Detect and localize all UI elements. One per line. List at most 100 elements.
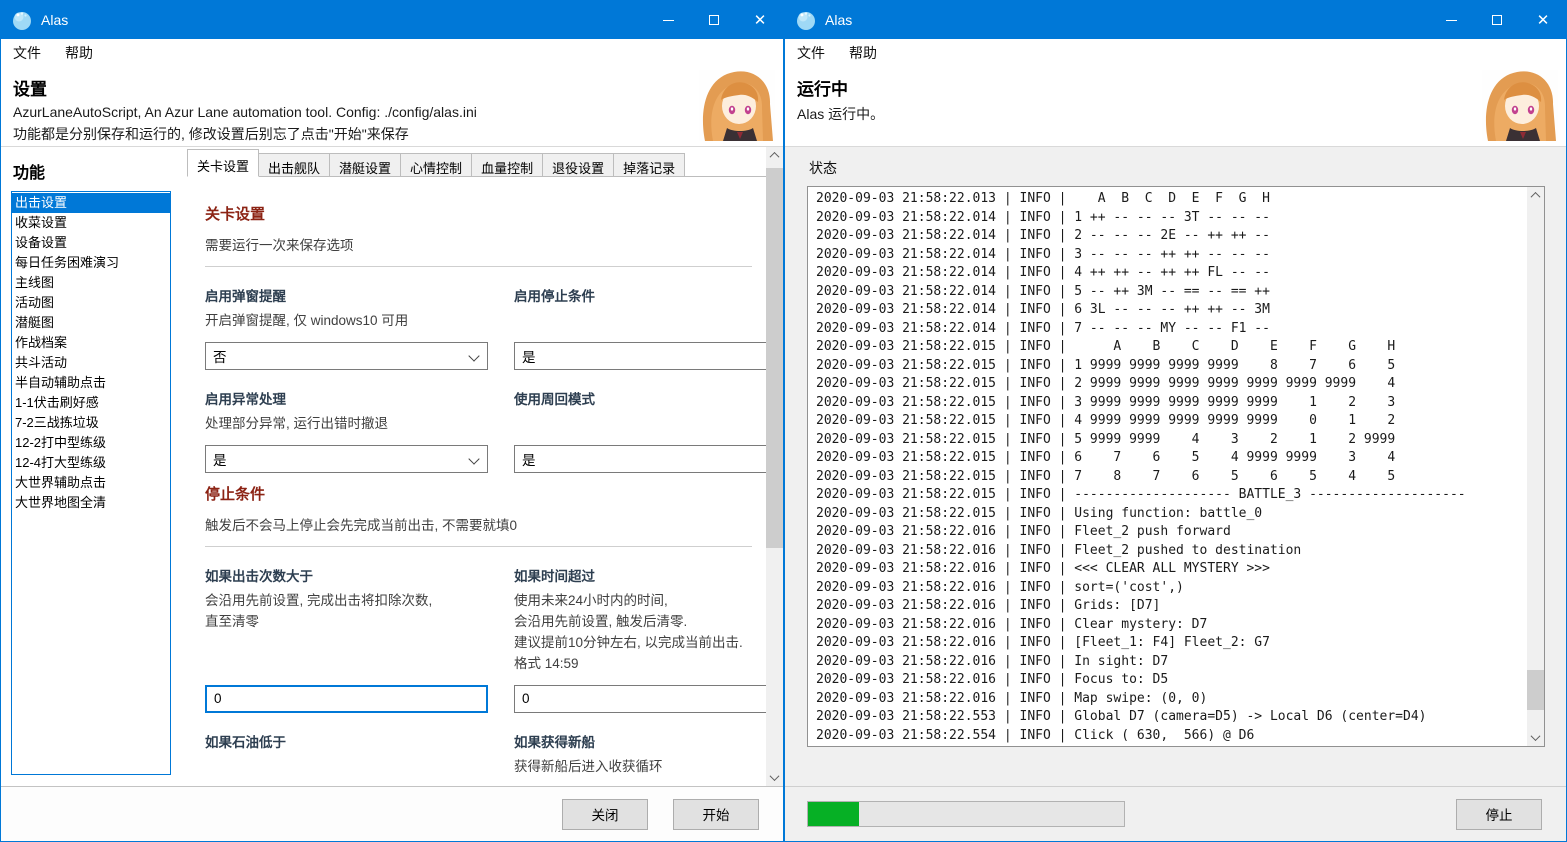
start-button[interactable]: 开始 (673, 799, 759, 830)
sidebar-item[interactable]: 1-1伏击刷好感 (12, 393, 170, 413)
runner-footer: 停止 (785, 786, 1566, 841)
tab-心情控制[interactable]: 心情控制 (401, 153, 472, 177)
sidebar-item[interactable]: 大世界地图全清 (12, 493, 170, 513)
menu-item-文件[interactable]: 文件 (13, 43, 41, 63)
field-label: 启用停止条件 (514, 285, 766, 305)
settings-footer: 关闭 开始 (1, 786, 783, 841)
close-window-button[interactable]: 关闭 (562, 799, 648, 830)
avatar (699, 70, 775, 141)
field-description: 会沿用先前设置, 完成出击将扣除次数, 直至清零 (205, 591, 488, 633)
minimize-icon (1446, 20, 1457, 21)
sidebar-item[interactable]: 出击设置 (12, 193, 170, 213)
sidebar-item[interactable]: 设备设置 (12, 233, 170, 253)
chevron-down-icon (468, 453, 479, 464)
avatar (1482, 70, 1558, 141)
sidebar-item[interactable]: 每日任务困难演习 (12, 253, 170, 273)
sidebar-item[interactable]: 大世界辅助点击 (12, 473, 170, 493)
field-control-wrap: 是 (205, 435, 488, 473)
field-control-wrap: 是 (514, 435, 766, 473)
runner-window: Alas ✕ 文件 帮助 运行中 Alas 运行中。 (784, 0, 1567, 842)
menu-item-帮助[interactable]: 帮助 (65, 43, 93, 63)
window-title: Alas (825, 12, 1428, 28)
page-title: 运行中 (797, 75, 1566, 100)
section-description: 需要运行一次来保存选项 (205, 234, 752, 254)
page-title: 设置 (13, 75, 783, 100)
alas-logo-icon (11, 9, 33, 31)
maximize-button[interactable] (691, 1, 737, 39)
field-label: 如果时间超过 (514, 565, 766, 585)
dropdown-select[interactable]: 是 (514, 342, 766, 370)
settings-main: 关卡设置出击舰队潜艇设置心情控制血量控制退役设置掉落记录 关卡设置需要运行一次来… (179, 147, 766, 786)
settings-titlebar: Alas ✕ (1, 1, 783, 39)
tab-关卡设置[interactable]: 关卡设置 (187, 149, 259, 177)
tab-潜艇设置[interactable]: 潜艇设置 (330, 153, 401, 177)
log-scrollbar[interactable] (1527, 187, 1544, 746)
window-controls: ✕ (645, 1, 783, 39)
tab-血量控制[interactable]: 血量控制 (472, 153, 543, 177)
field-control-wrap: 是 (514, 332, 766, 370)
sidebar-item[interactable]: 潜艇图 (12, 313, 170, 333)
function-listbox: 出击设置收菜设置设备设置每日任务困难演习主线图活动图潜艇图作战档案共斗活动半自动… (11, 191, 171, 775)
close-button[interactable]: ✕ (1520, 1, 1566, 39)
field-control-wrap: 否 (514, 777, 766, 786)
progress-fill (808, 802, 859, 826)
sidebar-item[interactable]: 7-2三战拣垃圾 (12, 413, 170, 433)
scroll-up-icon[interactable] (766, 147, 783, 164)
sidebar-item[interactable]: 收菜设置 (12, 213, 170, 233)
sidebar-item[interactable]: 作战档案 (12, 333, 170, 353)
maximize-icon (1492, 15, 1502, 25)
dropdown-select[interactable]: 是 (514, 445, 766, 473)
menu-item-文件[interactable]: 文件 (797, 43, 825, 63)
sidebar-item[interactable]: 活动图 (12, 293, 170, 313)
log-output[interactable]: 2020-09-03 21:58:22.013 | INFO | A B C D… (808, 187, 1527, 746)
sidebar-item[interactable]: 半自动辅助点击 (12, 373, 170, 393)
tab-掉落记录[interactable]: 掉落记录 (614, 153, 685, 177)
text-input[interactable]: 0 (205, 685, 488, 713)
settings-window: Alas ✕ 文件 帮助 设置 AzurLaneAutoScript, An Az… (0, 0, 784, 842)
minimize-button[interactable] (1428, 1, 1474, 39)
minimize-button[interactable] (645, 1, 691, 39)
field-row: 如果出击次数大于会沿用先前设置, 完成出击将扣除次数, 直至清零0如果时间超过使… (205, 565, 752, 713)
settings-header: 设置 AzurLaneAutoScript, An Azur Lane auto… (1, 67, 783, 147)
log-box: 2020-09-03 21:58:22.013 | INFO | A B C D… (807, 186, 1545, 747)
function-sidebar: 功能 出击设置收菜设置设备设置每日任务困难演习主线图活动图潜艇图作战档案共斗活动… (1, 147, 179, 786)
field-启用停止条件: 启用停止条件是 (514, 285, 766, 370)
field-如果时间超过: 如果时间超过使用未来24小时内的时间, 会沿用先前设置, 触发后清零. 建议提前… (514, 565, 766, 713)
field-如果获得新船: 如果获得新船获得新船后进入收获循环否 (514, 731, 766, 786)
field-使用周回模式: 使用周回模式是 (514, 388, 766, 473)
dropdown-select[interactable]: 否 (205, 342, 488, 370)
section-divider (205, 546, 752, 547)
maximize-button[interactable] (1474, 1, 1520, 39)
close-button[interactable]: ✕ (737, 1, 783, 39)
tab-退役设置[interactable]: 退役设置 (543, 153, 614, 177)
runner-menubar: 文件 帮助 (785, 39, 1566, 67)
field-如果石油低于: 如果石油低于1000 (205, 731, 488, 786)
tab-出击舰队[interactable]: 出击舰队 (259, 153, 330, 177)
scroll-down-icon[interactable] (1527, 729, 1544, 746)
field-control-wrap: 0 (514, 675, 766, 713)
runner-header: 运行中 Alas 运行中。 (785, 67, 1566, 147)
field-control-wrap: 0 (205, 675, 488, 713)
window-title: Alas (41, 12, 645, 28)
scroll-down-icon[interactable] (766, 769, 783, 786)
sidebar-item[interactable]: 12-2打中型练级 (12, 433, 170, 453)
text-input[interactable]: 0 (514, 685, 766, 713)
scrollbar-thumb[interactable] (766, 168, 783, 548)
field-control-wrap: 否 (205, 332, 488, 370)
field-启用弹窗提醒: 启用弹窗提醒开启弹窗提醒, 仅 windows10 可用否 (205, 285, 488, 370)
scroll-up-icon[interactable] (1527, 187, 1544, 204)
settings-menubar: 文件 帮助 (1, 39, 783, 67)
runner-body: 状态 2020-09-03 21:58:22.013 | INFO | A B … (785, 147, 1566, 786)
dropdown-select[interactable]: 是 (205, 445, 488, 473)
menu-item-帮助[interactable]: 帮助 (849, 43, 877, 63)
sidebar-item[interactable]: 共斗活动 (12, 353, 170, 373)
sidebar-item[interactable]: 12-4打大型练级 (12, 453, 170, 473)
settings-scrollbar[interactable] (766, 147, 783, 786)
sidebar-item[interactable]: 主线图 (12, 273, 170, 293)
field-row: 启用异常处理处理部分异常, 运行出错时撤退是使用周回模式是 (205, 388, 752, 473)
field-description: 开启弹窗提醒, 仅 windows10 可用 (205, 311, 488, 332)
section-heading: 停止条件 (205, 483, 752, 504)
field-description: 使用未来24小时内的时间, 会沿用先前设置, 触发后清零. 建议提前10分钟左右… (514, 591, 766, 675)
stop-button[interactable]: 停止 (1456, 799, 1542, 830)
scrollbar-thumb[interactable] (1527, 670, 1544, 710)
